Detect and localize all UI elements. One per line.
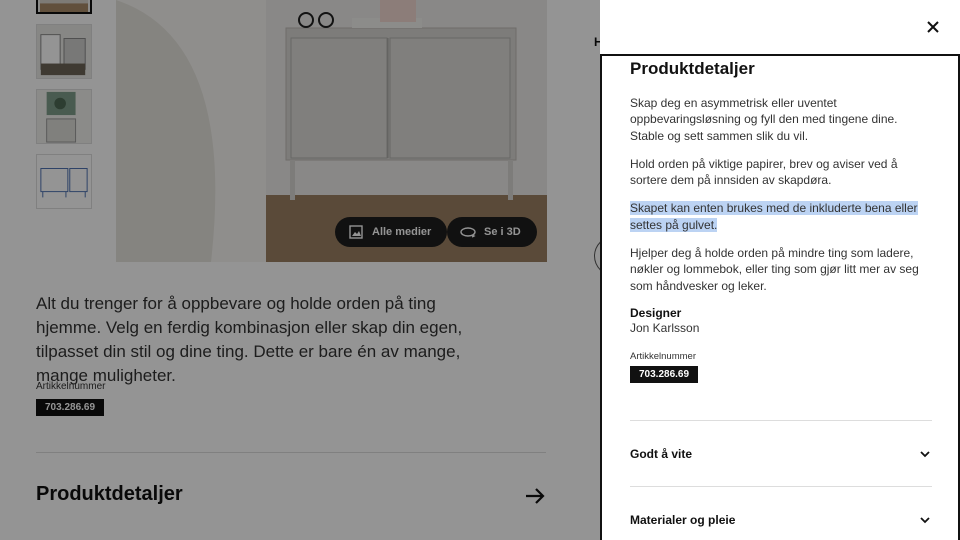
panel-inner: Produktdetaljer Skap deg en asymmetrisk … bbox=[630, 56, 932, 383]
chevron-down-icon bbox=[920, 516, 930, 523]
panel-article-badge: 703.286.69 bbox=[630, 365, 699, 383]
panel-scroll-area[interactable]: Produktdetaljer Skap deg en asymmetrisk … bbox=[600, 54, 960, 540]
paragraph-4: Hjelper deg å holde orden på mindre ting… bbox=[630, 246, 919, 293]
modal-overlay[interactable] bbox=[0, 0, 600, 540]
paragraph-1: Skap deg en asymmetrisk eller uventet op… bbox=[630, 96, 898, 143]
paragraph-2: Hold orden på viktige papirer, brev og a… bbox=[630, 156, 898, 188]
accordion-good-to-know-label: Godt å vite bbox=[630, 446, 693, 461]
accordion-good-to-know[interactable]: Godt å vite bbox=[630, 420, 932, 486]
chevron-down-icon bbox=[920, 450, 930, 457]
designer-label: Designer bbox=[630, 305, 682, 320]
highlighted-text: Skapet kan enten brukes med de inkludert… bbox=[630, 201, 918, 232]
close-icon bbox=[927, 21, 939, 33]
panel-title: Produktdetaljer bbox=[630, 59, 755, 78]
designer-name: Jon Karlsson bbox=[630, 320, 700, 335]
paragraph-3: Skapet kan enten brukes med de inkludert… bbox=[630, 200, 932, 233]
close-button[interactable] bbox=[921, 15, 945, 39]
accordion-materials[interactable]: Materialer og pleie bbox=[630, 486, 932, 540]
accordion-materials-label: Materialer og pleie bbox=[630, 512, 736, 527]
panel-article-label: Artikkelnummer bbox=[630, 350, 696, 362]
